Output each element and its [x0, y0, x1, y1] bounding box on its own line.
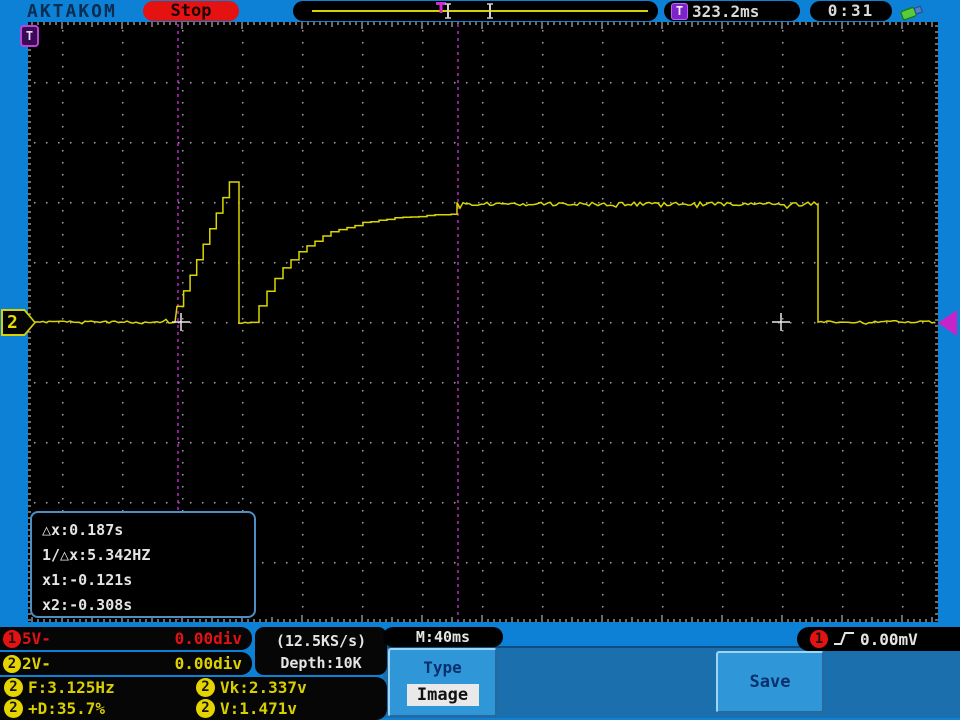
- measurement-vk: 2 Vk:2.337v: [196, 678, 307, 697]
- channel1-scale: 5V-: [22, 629, 51, 648]
- rising-edge-icon: [834, 632, 854, 645]
- clock-display: 0:31: [810, 1, 892, 21]
- save-button[interactable]: Save: [716, 651, 824, 713]
- channel2-scale: 2V-: [22, 654, 51, 673]
- cursor-measurement-panel: △x:0.187s 1/△x:5.342HZ x1:-0.121s x2:-0.…: [30, 511, 256, 618]
- trigger-position-badge[interactable]: T: [20, 25, 39, 47]
- measurement-channel-badge: 2: [4, 678, 23, 697]
- measurements-panel: 2 F:3.125Hz 2 Vk:2.337v 2 +D:35.7% 2 V:1…: [0, 677, 387, 720]
- cursor-dx-value: △x:0.187s: [42, 521, 124, 539]
- trigger-offset-value: 323.2ms: [692, 1, 760, 21]
- measurement-channel-badge: 2: [196, 678, 215, 697]
- record-position-bar[interactable]: [293, 1, 658, 21]
- channel2-status: 2 2V- 0.00div: [0, 652, 252, 675]
- channel1-status: 1 5V- 0.00div: [0, 627, 252, 650]
- status-bar: 1 5V- 0.00div 2 2V- 0.00div (12.5KS/s) D…: [0, 622, 960, 720]
- channel2-badge: 2: [3, 654, 21, 673]
- measurement-value: +D:35.7%: [28, 699, 106, 718]
- type-value-selected[interactable]: Image: [406, 684, 479, 706]
- measurement-duty: 2 +D:35.7%: [4, 699, 105, 718]
- oscilloscope-screen: AKTAKOM Stop T 323.2ms 0:31 T 2 △x:0.187…: [0, 0, 960, 720]
- measurement-channel-badge: 2: [4, 699, 23, 718]
- channel2-marker-label: 2: [7, 312, 18, 333]
- timebase-display: M:40ms: [383, 627, 503, 647]
- trigger-level-value: 0.00mV: [860, 629, 918, 649]
- cursor-x2-value: x2:-0.308s: [42, 596, 133, 614]
- trigger-t-icon: T: [671, 2, 688, 20]
- channel1-badge: 1: [3, 629, 21, 648]
- sample-rate: (12.5KS/s): [275, 632, 367, 650]
- brand-logo: AKTAKOM: [27, 1, 117, 22]
- channel1-offset: 0.00div: [174, 629, 242, 648]
- cursor-freq-value: 1/△x:5.342HZ: [42, 546, 151, 564]
- top-bar: AKTAKOM Stop T 323.2ms 0:31: [0, 0, 960, 22]
- trigger-offset-display: T 323.2ms: [664, 1, 800, 21]
- trigger-level-arrow[interactable]: [938, 310, 957, 336]
- measurement-voltage: 2 V:1.471v: [196, 699, 297, 718]
- channel2-offset: 0.00div: [174, 654, 242, 673]
- trigger-source-badge: 1: [810, 630, 828, 648]
- measurement-frequency: 2 F:3.125Hz: [4, 678, 115, 697]
- trigger-status: 1 0.00mV: [797, 627, 960, 651]
- run-stop-indicator[interactable]: Stop: [143, 1, 239, 21]
- type-button[interactable]: Type Image: [388, 648, 497, 717]
- record-depth: Depth:10K: [280, 654, 362, 672]
- record-waveform-line: [312, 10, 648, 12]
- measurement-value: Vk:2.337v: [220, 678, 307, 697]
- type-button-label: Type: [423, 658, 462, 677]
- measurement-channel-badge: 2: [196, 699, 215, 718]
- cursor-x1-value: x1:-0.121s: [42, 571, 133, 589]
- measurement-value: V:1.471v: [220, 699, 298, 718]
- measurement-value: F:3.125Hz: [28, 678, 115, 697]
- acquisition-info: (12.5KS/s) Depth:10K: [255, 627, 387, 675]
